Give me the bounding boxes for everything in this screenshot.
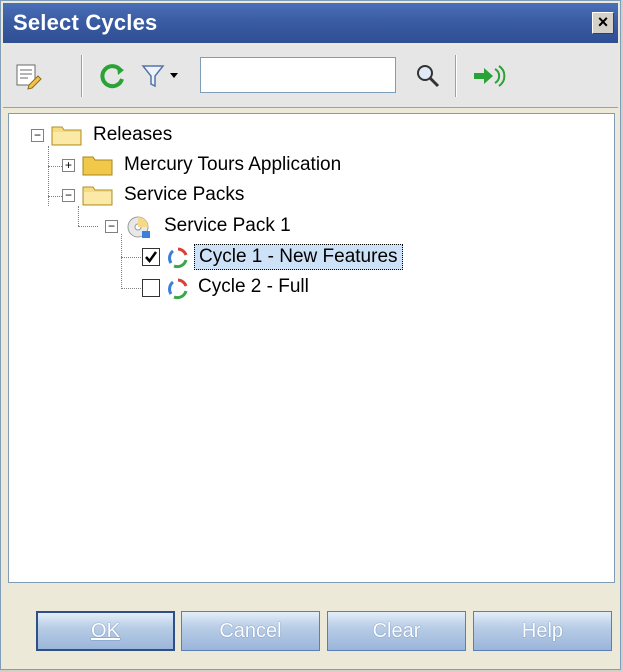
cycle-1-checkbox[interactable] [142, 248, 160, 266]
close-button[interactable]: × [592, 12, 614, 34]
help-button-label: Help [521, 619, 564, 642]
cycle-icon [168, 278, 188, 300]
ok-button[interactable]: OK [36, 611, 175, 651]
release-disc-icon [127, 216, 150, 238]
search-input[interactable] [200, 57, 396, 93]
tree-node-label: Releases [93, 124, 173, 145]
dialog-footer: OK Cancel Clear Help [3, 589, 618, 669]
expand-icon[interactable]: + [62, 159, 75, 172]
cycles-tree[interactable]: − Releases + Mercury Tours Application −… [8, 113, 615, 583]
toolbar-separator [81, 55, 83, 97]
search-icon[interactable] [413, 61, 443, 91]
tree-line [78, 206, 79, 226]
clear-button-label: Clear [372, 619, 421, 642]
ok-button-label: OK [91, 619, 120, 642]
tree-line [121, 288, 141, 289]
checkmark-icon [145, 251, 158, 264]
tree-node-label: Cycle 2 - Full [198, 276, 309, 297]
dialog-title: Select Cycles [13, 10, 158, 35]
folder-open-icon [82, 186, 113, 206]
clear-button[interactable]: Clear [327, 611, 466, 651]
close-icon: × [597, 12, 609, 32]
tree-line [121, 257, 141, 258]
tree-node-label: Cycle 1 - New Features [194, 244, 403, 270]
cancel-button[interactable]: Cancel [181, 611, 320, 651]
filter-icon[interactable] [140, 61, 188, 91]
tree-node-label: Mercury Tours Application [124, 154, 342, 175]
title-bar: Select Cycles × [3, 3, 618, 43]
select-cycles-dialog: Select Cycles × − Releases + Mercury Tou… [0, 0, 621, 670]
tree-line [78, 226, 98, 227]
refresh-icon[interactable] [97, 61, 127, 91]
go-to-icon[interactable] [471, 61, 507, 91]
collapse-icon[interactable]: − [105, 220, 118, 233]
cycle-icon [168, 247, 188, 269]
cycle-2-checkbox[interactable] [142, 279, 160, 297]
help-button[interactable]: Help [473, 611, 612, 651]
collapse-icon[interactable]: − [62, 189, 75, 202]
tree-node-label: Service Packs [124, 184, 245, 205]
toolbar-separator [455, 55, 457, 97]
folder-open-icon [51, 126, 82, 146]
tree-line [121, 234, 122, 289]
tree-node-label: Service Pack 1 [164, 215, 291, 236]
toolbar [3, 45, 618, 108]
collapse-icon[interactable]: − [31, 129, 44, 142]
tree-line [48, 146, 49, 206]
edit-details-icon[interactable] [13, 61, 43, 91]
folder-icon [82, 156, 113, 176]
cancel-button-label: Cancel [219, 619, 282, 642]
